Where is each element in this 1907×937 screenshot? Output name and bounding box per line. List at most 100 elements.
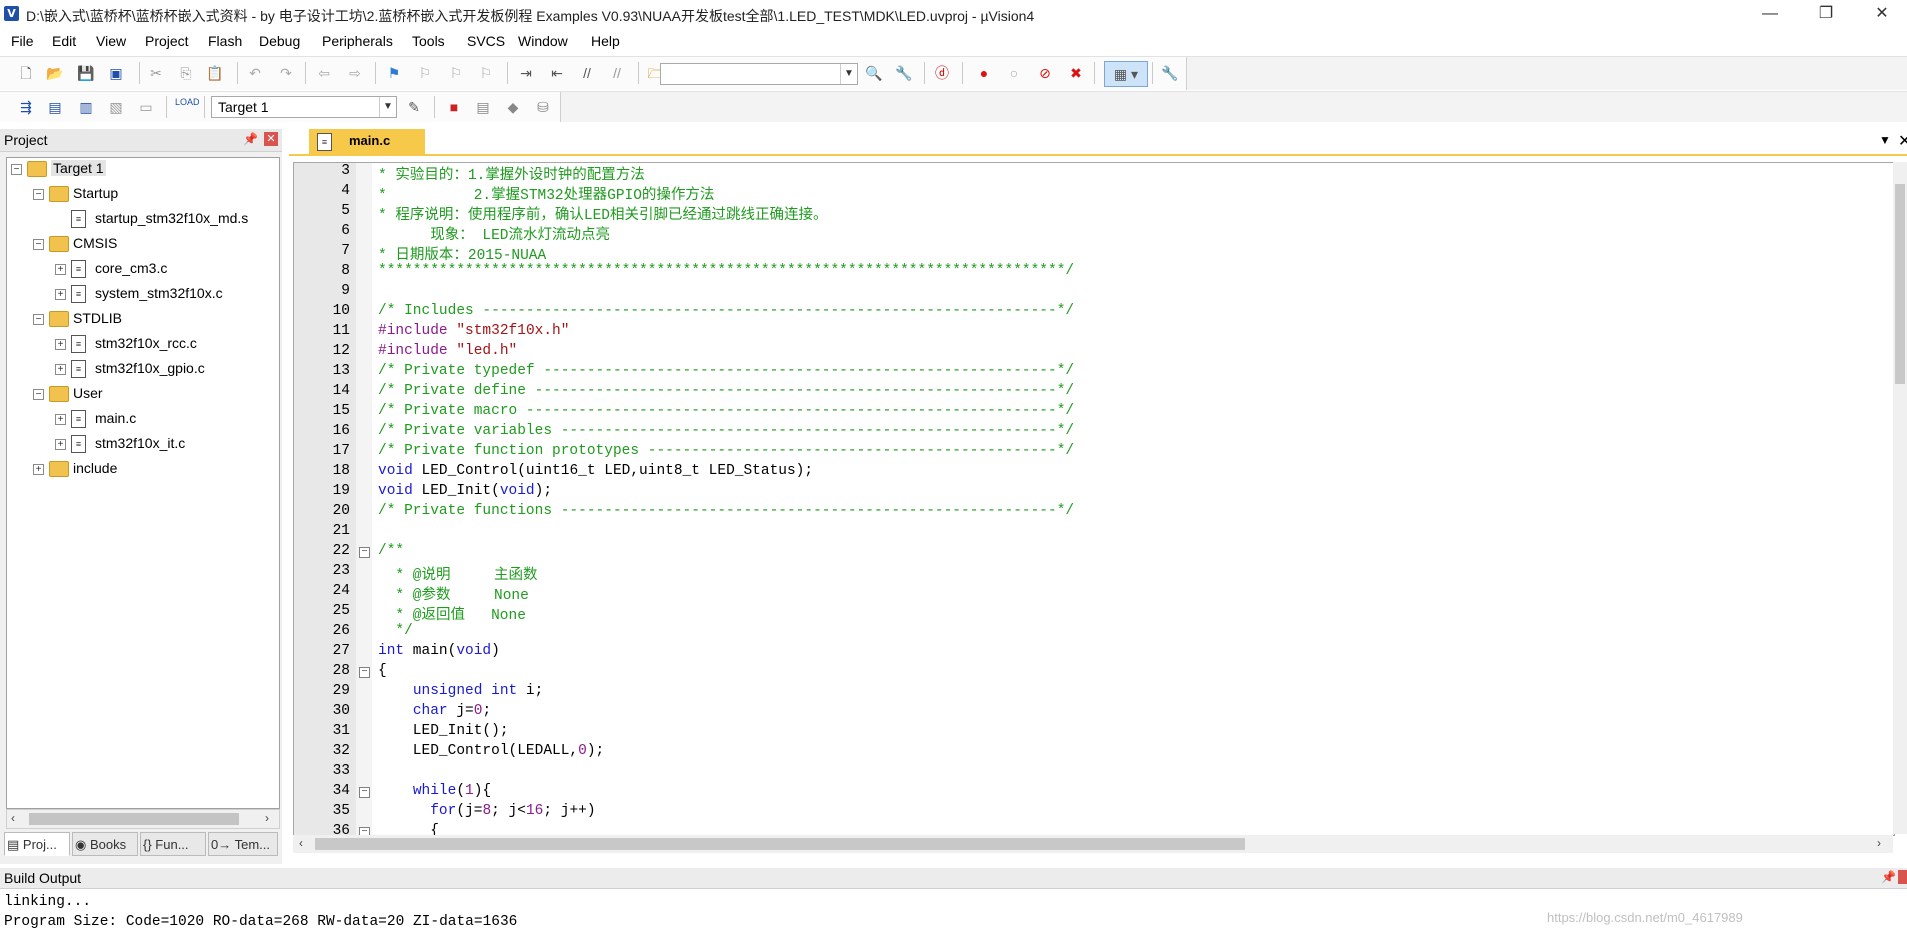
menu-window[interactable]: Window bbox=[518, 33, 568, 49]
tab-project[interactable]: ▤ Proj... bbox=[4, 832, 70, 856]
tab-templates[interactable]: 0→ Tem... bbox=[208, 832, 278, 856]
menu-view[interactable]: View bbox=[96, 33, 126, 49]
bookmark-icon[interactable]: ⚑ bbox=[384, 63, 404, 83]
chevron-down-icon[interactable]: ▼ bbox=[379, 97, 396, 117]
batch-build-icon[interactable]: ▧ bbox=[106, 97, 126, 117]
chevron-down-icon[interactable]: ▼ bbox=[840, 64, 857, 84]
chevron-right-icon[interactable]: › bbox=[1877, 836, 1881, 850]
menu-peripherals[interactable]: Peripherals bbox=[322, 33, 393, 49]
menu-flash[interactable]: Flash bbox=[208, 33, 242, 49]
expand-icon[interactable]: + bbox=[55, 364, 66, 375]
comment-icon[interactable]: // bbox=[577, 63, 597, 83]
fold-collapse-icon[interactable]: − bbox=[359, 787, 370, 798]
new-file-icon[interactable]: 🗋 bbox=[16, 63, 36, 83]
clear-bookmarks-icon[interactable]: ⚐ bbox=[476, 63, 496, 83]
menu-project[interactable]: Project bbox=[145, 33, 189, 49]
menu-help[interactable]: Help bbox=[591, 33, 620, 49]
fold-collapse-icon[interactable]: − bbox=[359, 667, 370, 678]
translate-icon[interactable]: ⇶ bbox=[16, 97, 36, 117]
expand-icon[interactable]: + bbox=[55, 414, 66, 425]
minimize-button[interactable]: — bbox=[1747, 0, 1793, 28]
chevron-down-icon[interactable]: ▼ bbox=[1879, 133, 1891, 147]
code-editor[interactable]: 3 * 实验目的：1.掌握外设时钟的配置方法 4 * 2.掌握STM32处理器GPIO… bbox=[293, 162, 1895, 836]
start-debug-icon[interactable]: ⓓ bbox=[932, 63, 952, 83]
pin-icon[interactable]: 📌 bbox=[1881, 870, 1896, 884]
target-options-icon[interactable]: ✎ bbox=[404, 97, 424, 117]
tab-functions[interactable]: {} Fun... bbox=[140, 832, 206, 856]
code-text: * @返回值 None bbox=[378, 603, 526, 624]
manage-components-icon[interactable]: ■ bbox=[444, 97, 464, 117]
close-icon[interactable] bbox=[1898, 870, 1907, 884]
tab-books[interactable]: ◉ Books bbox=[72, 832, 138, 856]
save-all-icon[interactable]: ▣ bbox=[106, 63, 126, 83]
disable-breakpoints-icon[interactable]: ⊘ bbox=[1035, 63, 1055, 83]
target-select[interactable]: Target 1 ▼ bbox=[211, 96, 397, 118]
build-icon[interactable]: ▤ bbox=[45, 97, 65, 117]
navigate-forward-icon[interactable]: ⇨ bbox=[345, 63, 365, 83]
redo-icon[interactable]: ↷ bbox=[276, 63, 296, 83]
restore-button[interactable]: ❐ bbox=[1803, 0, 1849, 28]
project-horizontal-scrollbar[interactable]: ‹ › bbox=[6, 809, 280, 829]
navigate-back-icon[interactable]: ⇦ bbox=[314, 63, 334, 83]
tab-main-c[interactable]: ≡ main.c bbox=[309, 129, 425, 154]
pack-installer-icon[interactable]: ◆ bbox=[503, 97, 523, 117]
uncomment-icon[interactable]: // bbox=[607, 63, 627, 83]
source-file-icon: ≡ bbox=[71, 210, 86, 228]
rebuild-icon[interactable]: ▥ bbox=[76, 97, 96, 117]
collapse-icon[interactable]: − bbox=[33, 189, 44, 200]
cut-icon[interactable]: ✂ bbox=[146, 63, 166, 83]
close-window-button[interactable]: ✕ bbox=[1859, 0, 1905, 28]
chevron-left-icon[interactable]: ‹ bbox=[11, 811, 15, 825]
code-token: ); bbox=[586, 743, 605, 759]
menu-debug[interactable]: Debug bbox=[259, 33, 300, 49]
kill-breakpoints-icon[interactable]: ✖ bbox=[1066, 63, 1086, 83]
prev-bookmark-icon[interactable]: ⚐ bbox=[415, 63, 435, 83]
indent-icon[interactable]: ⇥ bbox=[516, 63, 536, 83]
collapse-icon[interactable]: − bbox=[33, 389, 44, 400]
chevron-right-icon[interactable]: › bbox=[265, 811, 269, 825]
fold-collapse-icon[interactable]: − bbox=[359, 547, 370, 558]
open-folder-icon[interactable]: 📂 bbox=[45, 63, 65, 83]
menu-file[interactable]: File bbox=[11, 33, 34, 49]
code-token: /** bbox=[378, 543, 405, 559]
expand-icon[interactable]: + bbox=[33, 464, 44, 475]
save-icon[interactable]: 💾 bbox=[76, 63, 96, 83]
insert-breakpoint-icon[interactable]: ● bbox=[974, 63, 994, 83]
menu-tools[interactable]: Tools bbox=[412, 33, 445, 49]
scrollbar-thumb[interactable] bbox=[1895, 184, 1905, 384]
editor-vertical-scrollbar[interactable] bbox=[1893, 162, 1907, 834]
unindent-icon[interactable]: ⇤ bbox=[547, 63, 567, 83]
paste-icon[interactable]: 📋 bbox=[205, 63, 225, 83]
select-packs-icon[interactable]: ▤ bbox=[473, 97, 493, 117]
find-combo[interactable]: ▼ bbox=[660, 63, 858, 85]
next-bookmark-icon[interactable]: ⚐ bbox=[446, 63, 466, 83]
project-tree[interactable]: − Target 1 − Startup ≡ startup_stm32f10x_md.s… bbox=[6, 157, 280, 809]
undo-icon[interactable]: ↶ bbox=[245, 63, 265, 83]
window-layout-icon[interactable]: ▦ ▾ bbox=[1104, 61, 1148, 87]
find-icon[interactable]: 🔍 bbox=[864, 63, 884, 83]
expand-icon[interactable]: + bbox=[55, 289, 66, 300]
expand-icon[interactable]: + bbox=[55, 439, 66, 450]
menu-svcs[interactable]: SVCS bbox=[467, 33, 505, 49]
menu-edit[interactable]: Edit bbox=[52, 33, 76, 49]
editor-horizontal-scrollbar[interactable]: ‹ › bbox=[293, 835, 1893, 853]
chevron-left-icon[interactable]: ‹ bbox=[299, 836, 303, 850]
close-icon[interactable]: ✕ bbox=[1898, 131, 1907, 151]
collapse-icon[interactable]: − bbox=[11, 164, 22, 175]
debug-session-icon[interactable]: 🔧 bbox=[894, 63, 914, 83]
manage-runtime-icon[interactable]: ⛁ bbox=[533, 97, 553, 117]
scrollbar-thumb[interactable] bbox=[29, 813, 239, 825]
copy-icon[interactable]: ⎘ bbox=[176, 63, 196, 83]
expand-icon[interactable]: + bbox=[55, 339, 66, 350]
enable-breakpoint-icon[interactable]: ○ bbox=[1004, 63, 1024, 83]
scrollbar-thumb[interactable] bbox=[315, 838, 1245, 850]
collapse-icon[interactable]: − bbox=[33, 239, 44, 250]
download-icon[interactable]: LOAD bbox=[175, 97, 200, 117]
configure-icon[interactable]: 🔧 bbox=[1160, 63, 1180, 83]
close-icon[interactable]: ✕ bbox=[264, 132, 278, 146]
code-text: */ bbox=[378, 623, 412, 639]
stop-build-icon[interactable]: ▭ bbox=[136, 97, 156, 117]
pin-icon[interactable]: 📌 bbox=[243, 132, 258, 146]
collapse-icon[interactable]: − bbox=[33, 314, 44, 325]
expand-icon[interactable]: + bbox=[55, 264, 66, 275]
